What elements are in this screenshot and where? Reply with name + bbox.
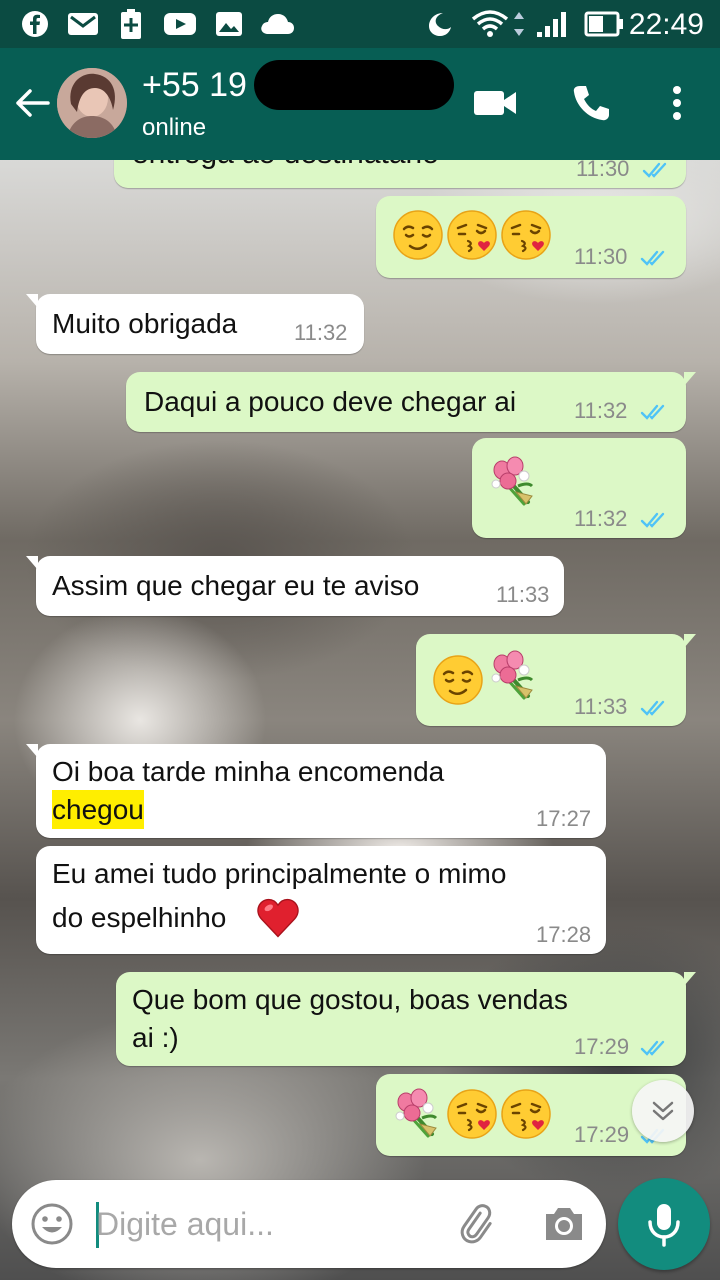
chat-header: +55 19 online (0, 48, 720, 160)
message-input[interactable] (96, 1198, 416, 1250)
wifi-icon (470, 10, 510, 38)
mic-icon[interactable] (618, 1178, 710, 1270)
kissing-heart-icon (446, 1088, 498, 1140)
highlighted-word: chegou (52, 790, 144, 829)
gmail-icon (66, 10, 100, 38)
battery-icon (584, 10, 624, 38)
camera-icon[interactable] (540, 1200, 588, 1248)
message-bubble-incoming[interactable]: Muito obrigada 11:32 (26, 294, 364, 354)
message-bubble-outgoing[interactable]: 11:30 (376, 196, 686, 278)
relieved-face-icon (392, 209, 444, 261)
attach-icon[interactable] (452, 1200, 500, 1248)
contact-status: online (142, 114, 207, 141)
more-vert-icon[interactable] (652, 78, 702, 128)
kissing-heart-icon (500, 209, 552, 261)
youtube-icon (162, 10, 198, 38)
message-bubble-outgoing[interactable]: Que bom que gostou, boas vendas ai :) 17… (116, 972, 696, 1066)
message-composer (12, 1180, 606, 1268)
read-ticks-icon (640, 250, 665, 266)
red-heart-icon (257, 898, 299, 938)
relieved-face-icon (432, 654, 484, 706)
bouquet-icon (490, 456, 534, 506)
message-bubble-outgoing[interactable]: entrega ao destinatário 11:30 (114, 160, 686, 188)
video-call-icon[interactable] (470, 78, 520, 128)
contact-name[interactable]: +55 19 (142, 66, 247, 105)
data-arrows-icon (512, 10, 526, 38)
emoji-icon[interactable] (30, 1202, 74, 1246)
phone-icon[interactable] (566, 78, 616, 128)
message-bubble-incoming[interactable]: Eu amei tudo principalmente o mimo do es… (36, 846, 606, 954)
signal-icon (534, 10, 570, 38)
message-bubble-incoming[interactable]: Oi boa tarde minha encomenda chegou 17:2… (26, 744, 606, 838)
status-bar: 22:49 (0, 0, 720, 48)
kissing-heart-icon (500, 1088, 552, 1140)
bouquet-icon (490, 650, 534, 700)
back-arrow-icon[interactable] (12, 83, 52, 123)
facebook-icon (20, 10, 50, 38)
message-bubble-incoming[interactable]: Assim que chegar eu te aviso 11:33 (26, 556, 564, 616)
read-ticks-icon (640, 700, 665, 716)
scroll-down-icon[interactable] (632, 1080, 694, 1142)
read-ticks-icon (640, 404, 665, 420)
read-ticks-icon (642, 162, 667, 178)
read-ticks-icon (640, 512, 665, 528)
chat-area[interactable]: entrega ao destinatário 11:30 11:30 Muit… (0, 160, 720, 1280)
bouquet-icon (394, 1088, 438, 1138)
gallery-icon (214, 10, 244, 38)
message-bubble-outgoing[interactable]: 11:33 (416, 634, 696, 726)
read-ticks-icon (640, 1040, 665, 1056)
avatar[interactable] (57, 68, 127, 138)
moon-icon (424, 10, 454, 38)
redaction-bar (254, 60, 454, 110)
kissing-heart-icon (446, 209, 498, 261)
cloud-icon (258, 10, 296, 38)
battery-plus-icon (118, 9, 144, 39)
clock: 22:49 (628, 8, 704, 41)
message-bubble-outgoing[interactable]: Daqui a pouco deve chegar ai 11:32 (126, 372, 696, 432)
message-bubble-outgoing[interactable]: 11:32 (472, 438, 686, 538)
